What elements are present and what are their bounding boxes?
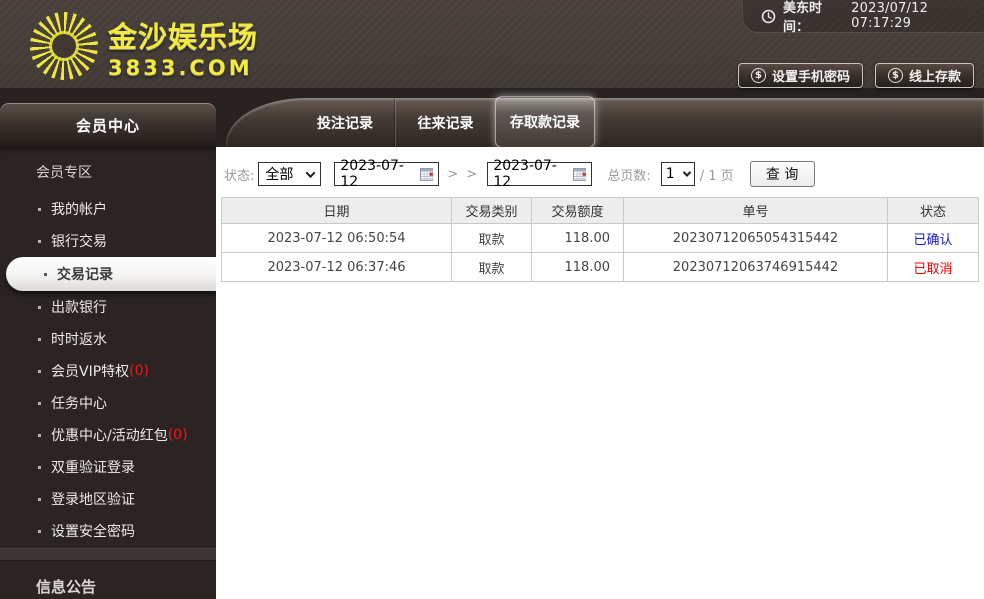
total-pages-label: 总页数: (607, 168, 651, 184)
cell-type: 取款 (451, 223, 532, 253)
cell-status: 已确认 (887, 223, 979, 253)
sidebar-item-出款银行[interactable]: 出款银行 (0, 291, 216, 323)
sidebar-item-label: 任务中心 (51, 396, 107, 412)
cell-order-no: 20230712065054315442 (623, 223, 888, 253)
set-phone-password-button[interactable]: 设置手机密码 (737, 63, 863, 88)
cell-status: 已取消 (887, 252, 979, 282)
sidebar-divider (0, 548, 216, 561)
time-label: 美东时间： (783, 1, 823, 35)
cell-order-no: 20230712063746915442 (623, 252, 888, 282)
tab-存取款记录[interactable]: 存取款记录 (495, 96, 595, 148)
cell-amount: 118.00 (531, 223, 624, 253)
sidebar-item-我的帐户[interactable]: 我的帐户 (0, 193, 216, 225)
sidebar-item-label: 设置安全密码 (51, 524, 135, 540)
sunburst-logo-icon (30, 12, 98, 80)
chevron-down-icon (682, 168, 691, 177)
clock-icon (761, 9, 776, 24)
sidebar-item-label: 交易记录 (57, 267, 113, 283)
table-row: 2023-07-12 06:37:46 取款 118.00 2023071206374… (221, 252, 979, 282)
filter-bar: 状态: 全部 2023-07-12 > > 2023-07-12 总页数: 1 … (224, 158, 815, 190)
date-from-input[interactable]: 2023-07-12 (334, 158, 440, 190)
calendar-icon (419, 167, 434, 181)
transaction-table: 日期 交易类别 交易额度 单号 状态 2023-07-12 06:50:54 取款 118.… (221, 197, 979, 282)
main-content: 状态: 全部 2023-07-12 > > 2023-07-12 总页数: 1 … (216, 147, 984, 599)
bullet-icon (38, 369, 41, 373)
bullet-icon (38, 465, 41, 469)
cell-date: 2023-07-12 06:50:54 (221, 223, 452, 253)
table-row: 2023-07-12 06:50:54 取款 118.00 2023071206505… (221, 223, 979, 253)
tab-往来记录[interactable]: 往来记录 (395, 98, 495, 147)
notification-badge: (0) (167, 427, 188, 443)
logo-domain: 3833.COM (108, 56, 253, 80)
cell-date: 2023-07-12 06:37:46 (221, 252, 452, 282)
status-select[interactable]: 全部 (258, 162, 322, 186)
sidebar-menu: 我的帐户 银行交易 交易记录 出款银行 时时返水 会员VIP特权 (0) 任务中心 优惠中心/活… (0, 193, 216, 547)
sidebar-item-label: 双重验证登录 (51, 460, 135, 476)
sidebar-item-label: 登录地区验证 (51, 492, 135, 508)
date-range-separator: > > (447, 166, 480, 182)
logo-title: 金沙娱乐场 (108, 20, 259, 54)
pages-suffix: / 1 页 (699, 168, 734, 184)
bullet-icon (38, 433, 41, 437)
sidebar-item-label: 出款银行 (51, 300, 107, 316)
online-deposit-button[interactable]: 线上存款 (874, 63, 974, 88)
sidebar: 会员专区 我的帐户 银行交易 交易记录 出款银行 时时返水 会员VIP特权 (0) 任务中心优… (0, 147, 216, 599)
page-select[interactable]: 1 (660, 162, 695, 186)
site-logo[interactable]: 金沙娱乐场 3833.COM (24, 4, 259, 92)
cell-type: 取款 (451, 252, 532, 282)
server-time-panel: 美东时间： 2023/07/12 07:17:29 (742, 0, 984, 35)
column-header-单号: 单号 (623, 197, 888, 224)
sidebar-item-双重验证登录[interactable]: 双重验证登录 (0, 451, 216, 483)
column-header-交易额度: 交易额度 (531, 197, 624, 224)
sidebar-item-优惠中心/活动红包[interactable]: 优惠中心/活动红包 (0) (0, 419, 216, 451)
column-header-交易类别: 交易类别 (451, 197, 532, 224)
bullet-icon (38, 401, 41, 405)
sidebar-item-label: 时时返水 (51, 332, 107, 348)
member-center-title: 会员中心 (0, 103, 216, 147)
table-header-row: 日期 交易类别 交易额度 单号 状态 (221, 197, 979, 224)
bullet-icon (44, 272, 47, 276)
column-header-日期: 日期 (221, 197, 452, 224)
date-to-input[interactable]: 2023-07-12 (487, 158, 593, 190)
sidebar-item-label: 优惠中心/活动红包 (51, 428, 168, 444)
tab-bar: 投注记录 往来记录 存取款记录 (226, 96, 984, 148)
column-header-状态: 状态 (887, 197, 979, 224)
sidebar-item-label: 会员VIP特权 (51, 364, 130, 380)
status-filter-label: 状态: (224, 168, 255, 184)
sidebar-item-银行交易[interactable]: 银行交易 (0, 225, 216, 257)
cell-amount: 118.00 (531, 252, 624, 282)
sidebar-item-交易记录[interactable]: 交易记录 (6, 257, 216, 291)
sidebar-section-announcements[interactable]: 信息公告 (0, 561, 216, 597)
member-center-page: 金沙娱乐场 3833.COM 美东时间： 2023/07/12 07:17:29… (0, 0, 984, 599)
header-buttons: 设置手机密码 线上存款 (737, 63, 974, 88)
sidebar-item-label: 我的帐户 (51, 202, 107, 218)
time-value: 2023/07/12 07:17:29 (851, 1, 929, 31)
sidebar-item-任务中心[interactable]: 任务中心 (0, 387, 216, 419)
query-button[interactable]: 查 询 (749, 161, 815, 187)
app-header: 金沙娱乐场 3833.COM 美东时间： 2023/07/12 07:17:29… (0, 0, 984, 148)
sidebar-item-label: 银行交易 (51, 234, 107, 250)
bullet-icon (38, 305, 41, 309)
dollar-circle-icon (750, 68, 766, 83)
calendar-icon (572, 167, 587, 181)
sidebar-item-登录地区验证[interactable]: 登录地区验证 (0, 483, 216, 515)
sidebar-section-member-zone[interactable]: 会员专区 (0, 147, 216, 193)
bullet-icon (38, 529, 41, 533)
sidebar-item-设置安全密码[interactable]: 设置安全密码 (0, 515, 216, 547)
bullet-icon (38, 239, 41, 243)
notification-badge: (0) (129, 363, 149, 379)
bullet-icon (38, 207, 41, 211)
bullet-icon (38, 337, 41, 341)
tab-投注记录[interactable]: 投注记录 (295, 98, 395, 147)
dollar-circle-icon (887, 68, 903, 83)
sidebar-item-会员VIP特权[interactable]: 会员VIP特权 (0) (0, 355, 216, 387)
sidebar-item-时时返水[interactable]: 时时返水 (0, 323, 216, 355)
chevron-down-icon (305, 167, 316, 178)
bullet-icon (38, 497, 41, 501)
